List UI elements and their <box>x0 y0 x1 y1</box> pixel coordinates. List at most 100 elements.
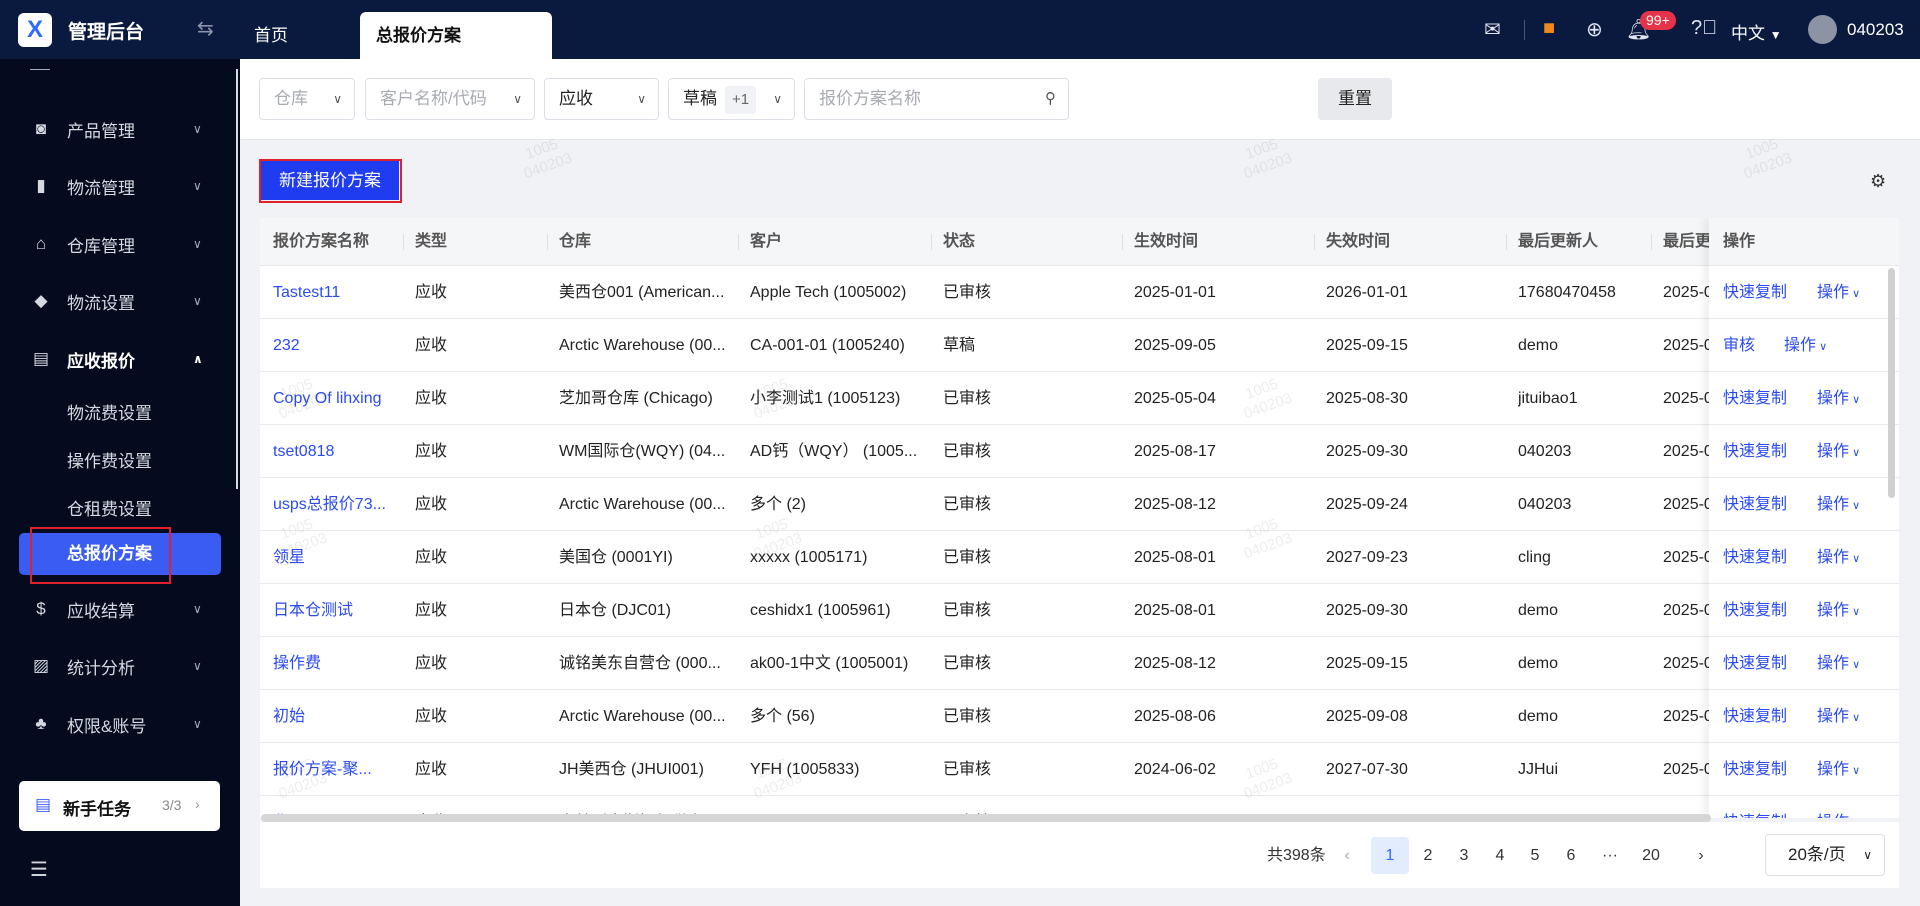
page-button[interactable]: 1 <box>1371 837 1409 874</box>
quick-copy-link[interactable]: 快速复制 <box>1723 584 1787 637</box>
column-divider[interactable] <box>403 234 404 250</box>
status-select[interactable]: 草稿 +1 ∨ <box>668 78 795 120</box>
table-row: 报价方案-聚... 应收 JH美西仓 (JHUI001) YFH (1005833) 已… <box>260 743 1899 796</box>
operations-label: 操作 <box>1817 284 1850 301</box>
chevron-down-icon: ∨ <box>193 237 202 251</box>
operations-dropdown[interactable]: 操作 ∨ <box>1817 531 1860 584</box>
avatar[interactable] <box>1808 15 1837 44</box>
submenu-logistics-fee[interactable]: 物流费设置 <box>67 399 152 424</box>
operations-dropdown[interactable]: 操作 ∨ <box>1817 584 1860 637</box>
chevron-down-icon: ∨ <box>1849 606 1861 618</box>
review-link[interactable]: 审核 <box>1723 319 1755 372</box>
tab-quote-plan[interactable]: 总报价方案 <box>360 12 552 59</box>
next-page-icon[interactable]: › <box>1682 837 1720 874</box>
operations-dropdown[interactable]: 操作 ∨ <box>1817 266 1860 319</box>
sidebar-item-settlement[interactable]: $ 应收结算 ∨ <box>0 587 240 631</box>
sidebar-item-logistics[interactable]: ▮ 物流管理 ∨ <box>0 164 240 208</box>
beginner-task-card[interactable]: ▤ 新手任务 3/3 › <box>19 781 220 831</box>
column-divider[interactable] <box>931 234 932 250</box>
swap-icon[interactable]: ⇆ <box>197 16 214 41</box>
cell-start: 2025-08-17 <box>1134 443 1216 460</box>
operations-cell: 审核 操作 ∨ <box>1709 319 1899 372</box>
page-size-select[interactable]: 20条/页 ∨ <box>1765 834 1885 876</box>
operations-dropdown[interactable]: 操作 ∨ <box>1817 637 1860 690</box>
page-button[interactable]: 20 <box>1632 837 1670 874</box>
cell-end: 2025-08-30 <box>1326 390 1408 407</box>
plan-name-link[interactable]: 初始 <box>273 690 407 743</box>
page-button[interactable]: 6 <box>1552 837 1590 874</box>
page-button[interactable]: 5 <box>1516 837 1554 874</box>
robot-icon[interactable]: ■ <box>1543 17 1555 40</box>
sidebar-item-product[interactable]: ◙ 产品管理 ∨ <box>0 107 240 151</box>
column-settings-icon[interactable]: ⚙ <box>1870 171 1886 192</box>
plan-name-link[interactable]: Tastest11 <box>273 266 407 319</box>
cell-end: 2025-09-30 <box>1326 443 1408 460</box>
plan-name-link[interactable]: 日本仓测试 <box>273 584 407 637</box>
page-size-value: 20条/页 <box>1788 845 1846 864</box>
quick-copy-link[interactable]: 快速复制 <box>1723 743 1787 796</box>
plan-name-search-input[interactable]: 报价方案名称 ⚲ <box>804 78 1069 120</box>
operations-dropdown[interactable]: 操作 ∨ <box>1817 796 1860 818</box>
operations-dropdown[interactable]: 操作 ∨ <box>1817 743 1860 796</box>
column-divider[interactable] <box>1314 234 1315 250</box>
page-button[interactable]: 2 <box>1409 837 1447 874</box>
plan-name-link[interactable]: usps总报价73... <box>273 478 407 531</box>
more-pages-button[interactable]: ··· <box>1591 837 1629 874</box>
cell-status: 草稿 <box>943 337 976 354</box>
help-icon[interactable]: ?⃝ <box>1691 17 1717 40</box>
language-label: 中文 <box>1731 24 1765 43</box>
horizontal-scrollbar[interactable] <box>261 814 1711 822</box>
plan-name-link[interactable]: tset0818 <box>273 425 407 478</box>
operations-dropdown[interactable]: 操作 ∨ <box>1784 319 1827 372</box>
cell-status: 已审核 <box>943 655 992 672</box>
submenu-operation-fee[interactable]: 操作费设置 <box>67 447 152 472</box>
quick-copy-link[interactable]: 快速复制 <box>1723 425 1787 478</box>
plan-name-link[interactable]: 报价方案-聚... <box>273 743 407 796</box>
sidebar-item-statistics[interactable]: ▨ 统计分析 ∨ <box>0 644 240 688</box>
language-select[interactable]: 中文 ▼ <box>1731 19 1782 44</box>
sidebar-item-warehouse[interactable]: ⌂ 仓库管理 ∨ <box>0 222 240 266</box>
operations-cell: 快速复制操作 ∨ <box>1709 690 1899 743</box>
operations-dropdown[interactable]: 操作 ∨ <box>1817 425 1860 478</box>
column-divider[interactable] <box>1651 234 1652 250</box>
operations-dropdown[interactable]: 操作 ∨ <box>1817 372 1860 425</box>
quick-copy-link[interactable]: 快速复制 <box>1723 796 1787 818</box>
plan-name-link[interactable]: 领星 <box>273 531 407 584</box>
plan-name-link[interactable]: 操作费 <box>273 637 407 690</box>
operations-dropdown[interactable]: 操作 ∨ <box>1817 690 1860 743</box>
submenu-storage-fee[interactable]: 仓租费设置 <box>67 495 152 520</box>
plan-name-link[interactable]: 232 <box>273 319 407 372</box>
quick-copy-link[interactable]: 快速复制 <box>1723 637 1787 690</box>
customer-select[interactable]: 客户名称/代码 ∨ <box>365 78 535 120</box>
quick-copy-link[interactable]: 快速复制 <box>1723 372 1787 425</box>
column-divider[interactable] <box>1506 234 1507 250</box>
operations-dropdown[interactable]: 操作 ∨ <box>1817 478 1860 531</box>
warehouse-select[interactable]: 仓库 ∨ <box>259 78 355 120</box>
username[interactable]: 040203 <box>1847 20 1904 40</box>
vertical-scrollbar[interactable] <box>1888 268 1895 498</box>
cell-updater: jituibao1 <box>1518 390 1578 407</box>
page-button[interactable]: 3 <box>1445 837 1483 874</box>
column-divider[interactable] <box>738 234 739 250</box>
inbox-icon[interactable]: ✉ <box>1484 17 1501 42</box>
column-divider[interactable] <box>1122 234 1123 250</box>
tab-home[interactable]: 首页 <box>238 12 304 59</box>
warehouse-placeholder: 仓库 <box>274 89 308 108</box>
quick-copy-link[interactable]: 快速复制 <box>1723 531 1787 584</box>
sidebar-item-receivable-quote[interactable]: ▤ 应收报价 ∧ <box>0 337 240 381</box>
sidebar-item-logistics-settings[interactable]: ◆ 物流设置 ∨ <box>0 279 240 323</box>
column-divider[interactable] <box>547 234 548 250</box>
quick-copy-link[interactable]: 快速复制 <box>1723 266 1787 319</box>
prev-page-icon[interactable]: ‹ <box>1328 837 1366 874</box>
reset-button[interactable]: 重置 <box>1318 78 1392 120</box>
chevron-down-icon: ∨ <box>1849 553 1861 565</box>
page-button[interactable]: 4 <box>1481 837 1519 874</box>
plan-name-link[interactable]: Copy Of lihxing <box>273 372 407 425</box>
sidebar-item-permissions[interactable]: ♣ 权限&账号 ∨ <box>0 702 240 746</box>
quick-copy-link[interactable]: 快速复制 <box>1723 478 1787 531</box>
type-select[interactable]: 应收 ∨ <box>544 78 659 120</box>
download-icon[interactable]: ⊕ <box>1586 17 1603 42</box>
quick-copy-link[interactable]: 快速复制 <box>1723 690 1787 743</box>
collapse-menu-icon[interactable]: ☰ <box>30 857 48 882</box>
operations-label: 操作 <box>1817 761 1850 778</box>
